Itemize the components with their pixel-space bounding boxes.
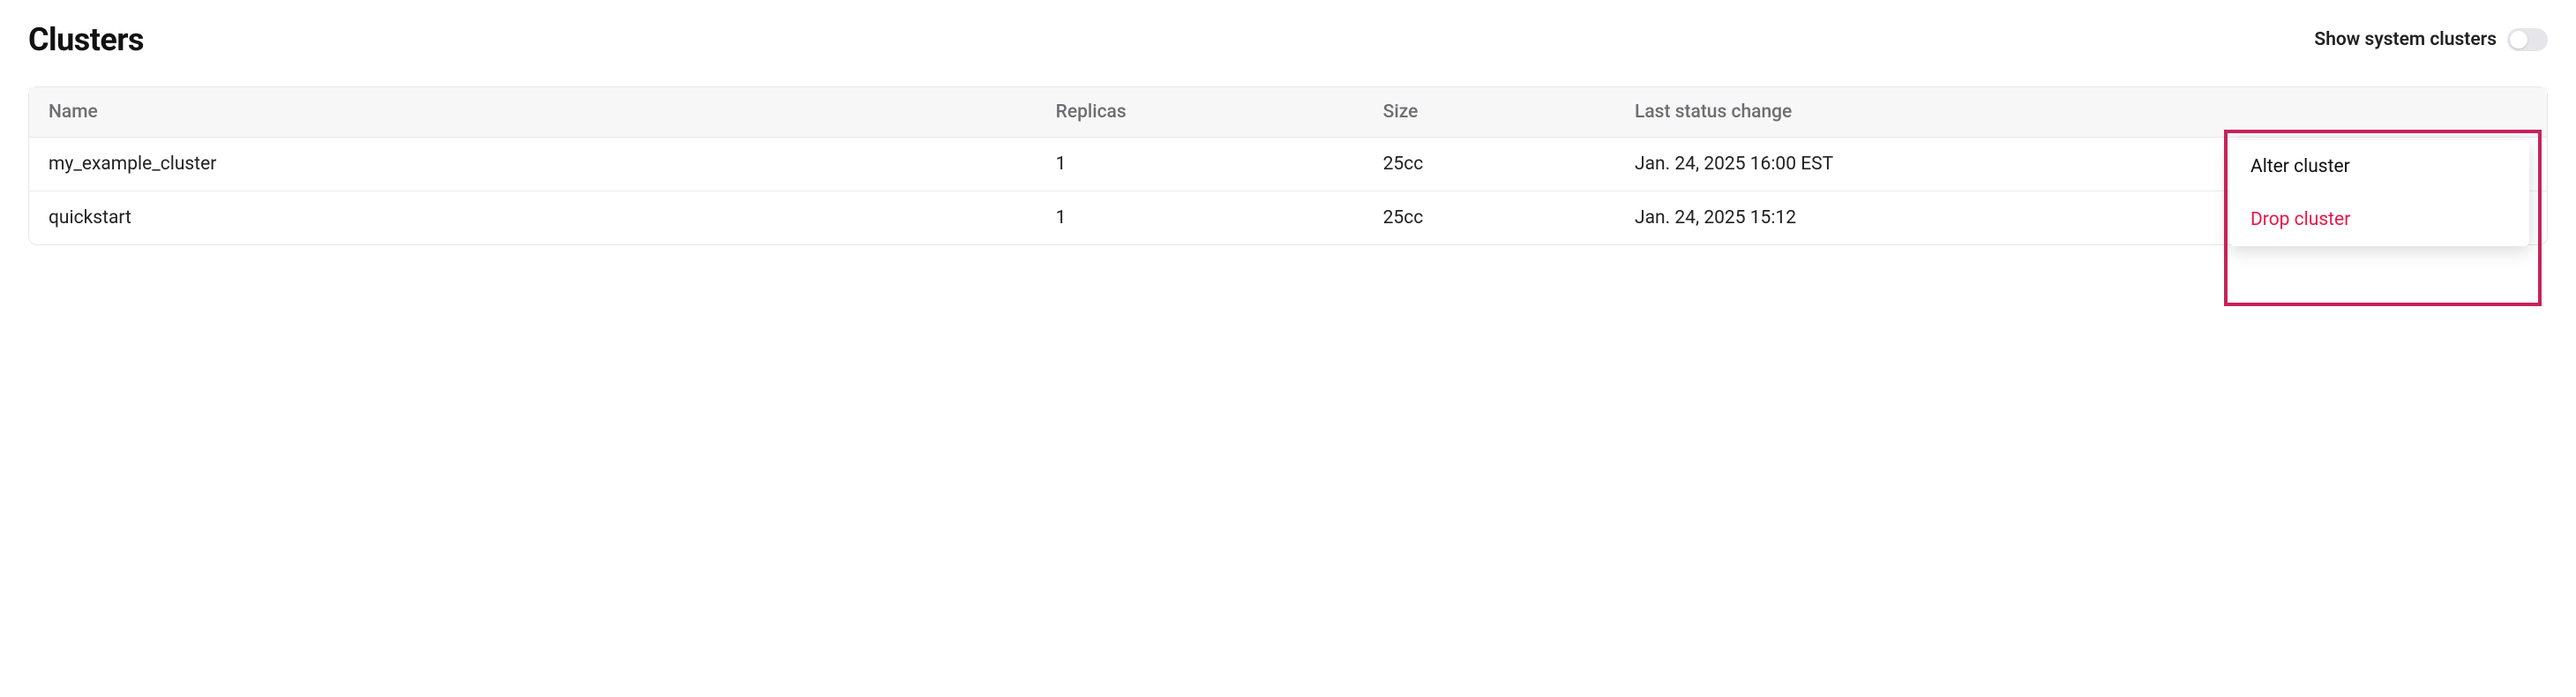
cell-replicas: 1 <box>1037 138 1364 191</box>
drop-cluster-menu-item[interactable]: Drop cluster <box>2229 193 2529 246</box>
cell-size: 25cc <box>1364 191 1615 245</box>
column-header-last-status-change: Last status change <box>1615 87 2370 138</box>
cell-name: my_example_cluster <box>29 138 1037 191</box>
show-system-clusters-label: Show system clusters <box>2314 29 2497 50</box>
alter-cluster-menu-item[interactable]: Alter cluster <box>2229 140 2529 193</box>
row-actions-menu: Alter cluster Drop cluster <box>2229 140 2529 246</box>
table-row: my_example_cluster 1 25cc Jan. 24, 2025 … <box>29 138 2547 191</box>
column-header-size: Size <box>1364 87 1615 138</box>
column-header-replicas: Replicas <box>1037 87 1364 138</box>
show-system-clusters-toggle[interactable] <box>2507 28 2548 51</box>
page-title: Clusters <box>28 21 144 58</box>
cell-name: quickstart <box>29 191 1037 245</box>
column-header-actions <box>2370 87 2547 138</box>
clusters-table: Name Replicas Size Last status change my… <box>28 86 2548 245</box>
cell-replicas: 1 <box>1037 191 1364 245</box>
cell-size: 25cc <box>1364 138 1615 191</box>
table-row: quickstart 1 25cc Jan. 24, 2025 15:12 ⋮ <box>29 191 2547 245</box>
column-header-name: Name <box>29 87 1037 138</box>
